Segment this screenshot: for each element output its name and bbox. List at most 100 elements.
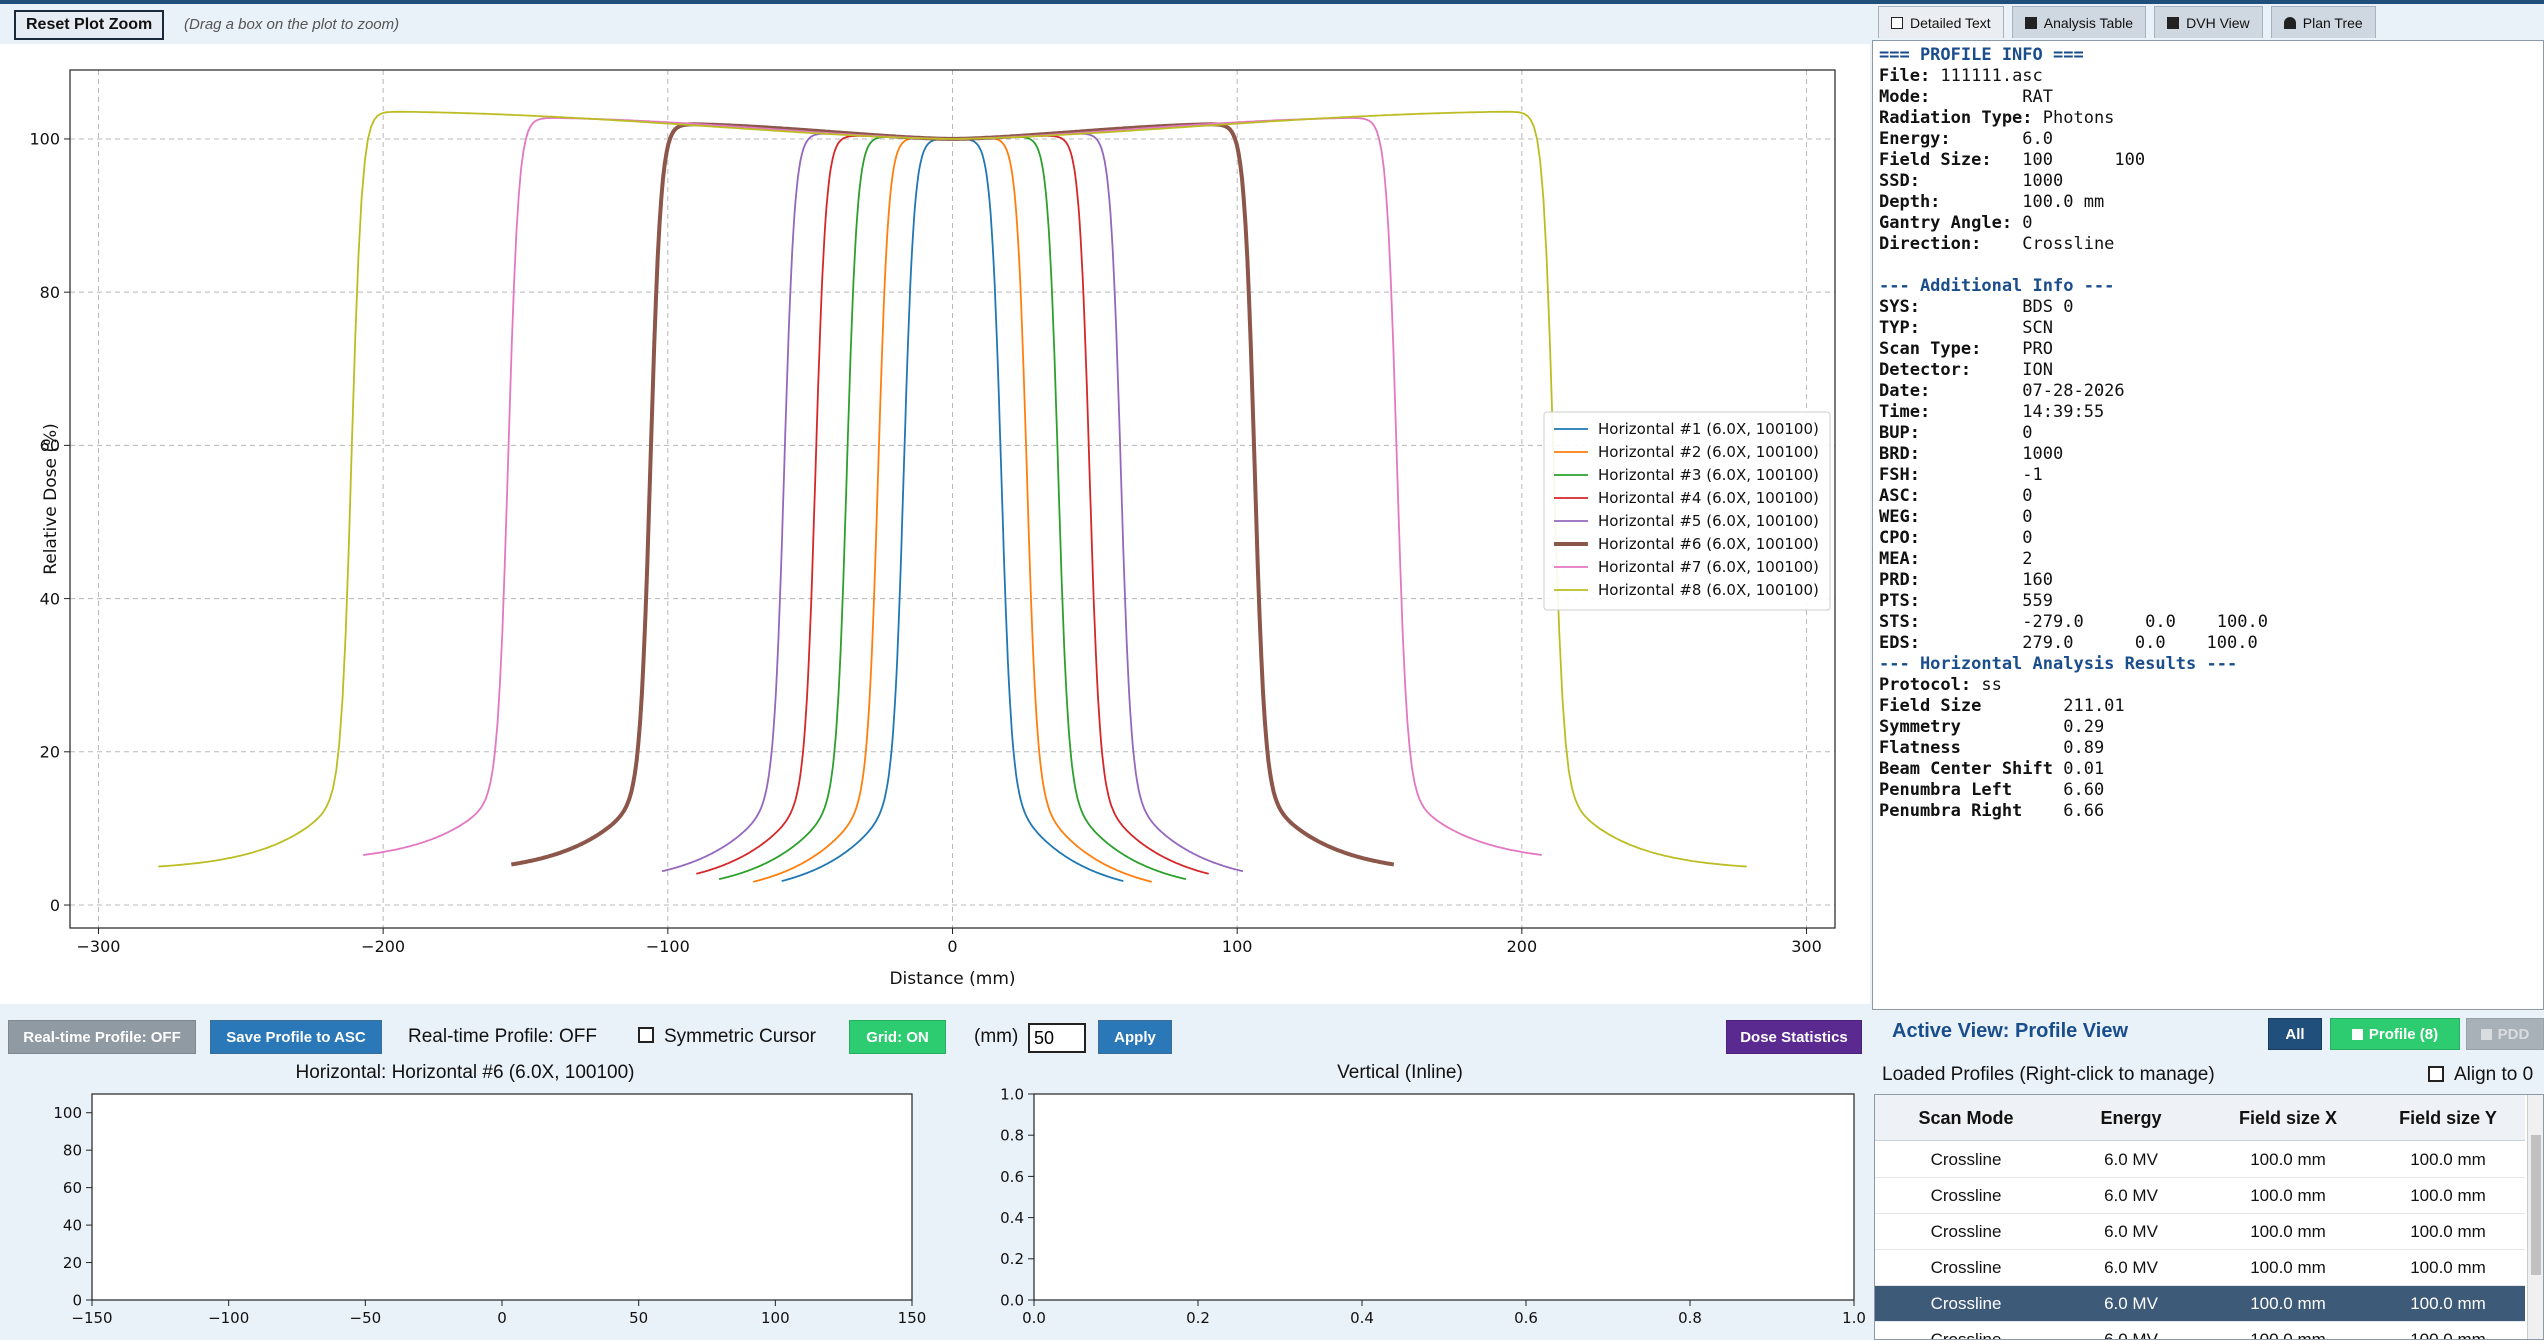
y-tick-label: 80 [40,283,60,302]
info-value: 100 100 [1991,150,2146,170]
y-tick-label: 0.0 [1000,1291,1024,1309]
dose-statistics-button[interactable]: Dose Statistics [1726,1020,1862,1054]
info-line: File: 111111.asc [1879,66,2543,87]
y-tick-label: 20 [63,1254,82,1272]
legend-entry: Horizontal #1 (6.0X, 100100) [1598,420,1819,438]
info-key: Protocol: [1879,675,1972,695]
y-tick-label: 0.4 [1000,1209,1024,1227]
info-value: ss [1971,675,2002,695]
info-line: Penumbra Left 6.60 [1879,780,2543,801]
loaded-profiles-label: Loaded Profiles (Right-click to manage) [1882,1064,2215,1085]
info-value: 6.66 [2022,801,2105,821]
info-key: CPO: [1879,528,1920,548]
chart-icon [2351,1028,2363,1040]
info-key: Detector: [1879,360,1972,380]
info-value: -279.0 0.0 100.0 [1919,612,2268,632]
scrollbar-thumb[interactable] [2531,1135,2541,1275]
align-to-zero-checkbox[interactable] [2428,1066,2444,1082]
tab-analysis-table[interactable]: Analysis Table [2011,6,2147,38]
loaded-profiles-table[interactable]: Scan Mode Energy Field size X Field size… [1874,1094,2544,1340]
info-line: Date: 07-28-2026 [1879,381,2543,402]
profile-chart-svg[interactable]: −300 −200 −100 0 100 200 300020406080100Distan… [0,44,1870,1004]
legend-entry: Horizontal #4 (6.0X, 100100) [1598,489,1819,507]
table-cell: 100.0 mm [2410,1258,2486,1277]
info-line: MEA: 2 [1879,549,2543,570]
y-tick-label: 0.2 [1000,1250,1024,1268]
horizontal-subplot[interactable]: Horizontal: Horizontal #6 (6.0X, 100100)… [0,1058,930,1340]
info-line: Radiation Type: Photons [1879,108,2543,129]
table-cell: 100.0 mm [2250,1258,2326,1277]
reset-plot-zoom-button[interactable]: Reset Plot Zoom [14,10,165,40]
info-line: BUP: 0 [1879,423,2543,444]
info-line: Protocol: ss [1879,675,2543,696]
vertical-subplot-svg[interactable]: 0.0 0.2 0.4 0.6 0.8 1.0 0.0 0.2 0.4 0.6 0.8 1.0 [930,1058,1870,1340]
info-value: 14:39:55 [1930,402,2105,422]
profile-filter-button[interactable]: Profile (8) [2330,1018,2460,1050]
tab-plan-tree[interactable]: Plan Tree [2270,6,2376,38]
chart-icon [2480,1028,2492,1040]
x-tick-label: 200 [1507,937,1538,956]
table-row[interactable]: Crossline 6.0 MV 100.0 mm 100.0 mm [1875,1286,2525,1322]
x-tick-label: 0.0 [1022,1309,1046,1327]
info-value: 2 [1919,549,2033,569]
vertical-subplot[interactable]: Vertical (Inline) 0.0 0.2 0.4 0.6 0.8 1.0 0.0 0… [930,1058,1870,1340]
y-tick-label: 100 [53,1104,82,1122]
x-tick-label: 0.2 [1186,1309,1210,1327]
info-key: Beam Center Shift [1879,759,2053,779]
table-cell: 100.0 mm [2250,1222,2326,1241]
horizontal-subplot-svg[interactable]: −150 −100 −50 0 50 100 150 0 20 40 60 80 100 [0,1058,930,1340]
legend-entry: Horizontal #6 (6.0X, 100100) [1598,535,1819,553]
info-key: FSH: [1879,465,1920,485]
grid-toggle-button[interactable]: Grid: ON [849,1020,946,1054]
table-row[interactable]: Crossline 6.0 MV 100.0 mm 100.0 mm [1875,1250,2525,1286]
apply-grid-button[interactable]: Apply [1098,1020,1172,1054]
info-key: EDS: [1879,633,1920,653]
info-line: Flatness 0.89 [1879,738,2543,759]
column-header-field-size-x[interactable]: Field size X [2205,1095,2371,1141]
table-cell: Crossline [1930,1150,2002,1169]
column-header-scan-mode[interactable]: Scan Mode [1875,1095,2057,1141]
info-line: Penumbra Right 6.66 [1879,801,2543,822]
tab-dvh-view[interactable]: DVH View [2154,6,2263,38]
y-tick-label: 40 [40,589,60,608]
table-row[interactable]: Crossline 6.0 MV 100.0 mm 100.0 mm [1875,1322,2525,1339]
realtime-profile-button[interactable]: Real-time Profile: OFF [8,1020,196,1054]
pdd-filter-button[interactable]: PDD [2466,1018,2544,1050]
main-profile-plot[interactable]: −300 −200 −100 0 100 200 300 0 20 40 60 80 100 Distan… [0,44,1870,1004]
info-key: Flatness [1879,738,1961,758]
info-key: Mode: [1879,87,1931,107]
grid-spacing-input[interactable] [1028,1023,1086,1053]
info-key: BRD: [1879,444,1920,464]
symmetric-cursor-checkbox[interactable] [638,1027,654,1043]
info-value: SCN [1919,318,2054,338]
info-key: TYP: [1879,318,1920,338]
column-header-energy[interactable]: Energy [2057,1095,2205,1141]
x-tick-label: 0.8 [1678,1309,1702,1327]
info-line: CPO: 0 [1879,528,2543,549]
profile-info-text[interactable]: === PROFILE INFO === File: 111111.asc Mode… [1872,40,2544,1010]
info-value: 1000 [1919,171,2064,191]
detail-tabs: Detailed Text Analysis Table DVH View Pl… [1878,6,2379,40]
table-cell: Crossline [1930,1222,2002,1241]
plot-toolbar: Reset Plot Zoom (Drag a box on the plot … [0,4,1870,44]
table-row[interactable]: Crossline 6.0 MV 100.0 mm 100.0 mm [1875,1142,2525,1178]
table-cell: 6.0 MV [2104,1186,2158,1205]
info-key: Depth: [1879,192,1941,212]
info-line: EDS: 279.0 0.0 100.0 [1879,633,2543,654]
x-tick-label: 0.6 [1514,1309,1538,1327]
info-value: RAT [1930,87,2054,107]
info-value: PRO [1981,339,2054,359]
table-row[interactable]: Crossline 6.0 MV 100.0 mm 100.0 mm [1875,1214,2525,1250]
all-profiles-button[interactable]: All [2268,1018,2322,1050]
table-scrollbar[interactable] [2527,1095,2543,1339]
column-header-field-size-y[interactable]: Field size Y [2371,1095,2525,1141]
save-profile-asc-button[interactable]: Save Profile to ASC [210,1020,382,1054]
info-key: Date: [1879,381,1931,401]
info-value: 0 [1919,486,2033,506]
tab-detailed-text[interactable]: Detailed Text [1878,6,2004,38]
table-row[interactable]: Crossline 6.0 MV 100.0 mm 100.0 mm [1875,1178,2525,1214]
legend-entry: Horizontal #7 (6.0X, 100100) [1598,558,1819,576]
info-value: 0 [1919,528,2033,548]
info-line: STS: -279.0 0.0 100.0 [1879,612,2543,633]
x-tick-label: 0 [497,1309,507,1327]
